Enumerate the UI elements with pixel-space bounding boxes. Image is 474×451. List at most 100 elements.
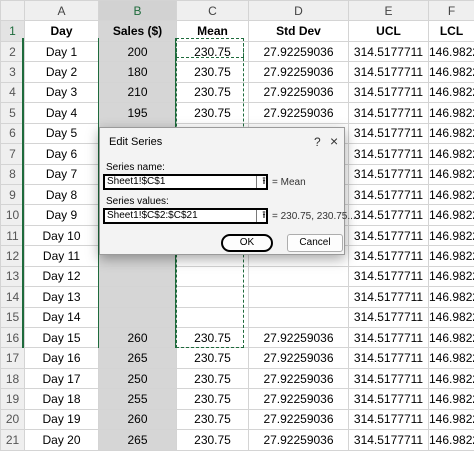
cell-day[interactable]: Day 1 [25,41,99,61]
cell-lcl[interactable]: 146.9822289 [429,41,474,61]
help-icon[interactable]: ? [314,135,321,149]
cell-lcl[interactable]: 146.9822289 [429,123,474,143]
cell-ucl[interactable]: 314.5177711 [349,62,429,82]
cancel-button[interactable]: Cancel [287,234,343,252]
cell-mean[interactable]: 230.75 [177,348,249,368]
cell-ucl[interactable]: 314.5177711 [349,409,429,429]
column-header-e[interactable]: E [349,1,429,21]
cell-std-dev[interactable] [249,307,349,327]
cell-header-mean[interactable]: Mean [177,21,249,41]
range-picker-icon[interactable]: ⭱ [256,210,268,223]
row-header[interactable]: 1 [1,21,25,41]
cell-sales[interactable]: 255 [99,389,177,409]
row-header[interactable]: 14 [1,287,25,307]
cell-mean[interactable]: 230.75 [177,41,249,61]
row-header[interactable]: 16 [1,328,25,348]
cell-ucl[interactable]: 314.5177711 [349,41,429,61]
cell-std-dev[interactable]: 27.92259036 [249,430,349,450]
row-header[interactable]: 9 [1,184,25,204]
cell-mean[interactable]: 230.75 [177,328,249,348]
cell-day[interactable]: Day 19 [25,409,99,429]
cell-std-dev[interactable]: 27.92259036 [249,368,349,388]
cell-day[interactable]: Day 16 [25,348,99,368]
cell-ucl[interactable]: 314.5177711 [349,430,429,450]
cell-ucl[interactable]: 314.5177711 [349,82,429,102]
column-header-d[interactable]: D [249,1,349,21]
cell-lcl[interactable]: 146.9822289 [429,266,474,286]
cell-lcl[interactable]: 146.9822289 [429,409,474,429]
cell-day[interactable]: Day 4 [25,103,99,123]
cell-mean[interactable]: 230.75 [177,409,249,429]
cell-sales[interactable]: 195 [99,103,177,123]
cell-mean[interactable] [177,287,249,307]
cell-day[interactable]: Day 8 [25,184,99,204]
cell-ucl[interactable]: 314.5177711 [349,205,429,225]
cell-lcl[interactable]: 146.9822289 [429,307,474,327]
column-header-a[interactable]: A [25,1,99,21]
cell-day[interactable]: Day 20 [25,430,99,450]
cell-sales[interactable] [99,307,177,327]
cell-sales[interactable]: 260 [99,409,177,429]
row-header[interactable]: 8 [1,164,25,184]
cell-header-sales[interactable]: Sales ($) [99,21,177,41]
cell-lcl[interactable]: 146.9822289 [429,103,474,123]
cell-ucl[interactable]: 314.5177711 [349,368,429,388]
cell-std-dev[interactable]: 27.92259036 [249,348,349,368]
cell-sales[interactable]: 260 [99,328,177,348]
cell-lcl[interactable]: 146.9822289 [429,246,474,266]
cell-ucl[interactable]: 314.5177711 [349,287,429,307]
cell-day[interactable]: Day 13 [25,287,99,307]
cell-mean[interactable]: 230.75 [177,103,249,123]
row-header[interactable]: 19 [1,389,25,409]
row-header[interactable]: 11 [1,225,25,245]
cell-sales[interactable]: 200 [99,41,177,61]
cell-day[interactable]: Day 7 [25,164,99,184]
cell-lcl[interactable]: 146.9822289 [429,144,474,164]
row-header[interactable]: 21 [1,430,25,450]
cell-sales[interactable] [99,287,177,307]
cell-ucl[interactable]: 314.5177711 [349,348,429,368]
cell-std-dev[interactable] [249,266,349,286]
cell-lcl[interactable]: 146.9822289 [429,368,474,388]
cell-sales[interactable]: 210 [99,82,177,102]
cell-day[interactable]: Day 2 [25,62,99,82]
cell-sales[interactable] [99,266,177,286]
cell-day[interactable]: Day 10 [25,225,99,245]
row-header[interactable]: 7 [1,144,25,164]
cell-mean[interactable]: 230.75 [177,82,249,102]
cell-std-dev[interactable]: 27.92259036 [249,409,349,429]
cell-ucl[interactable]: 314.5177711 [349,123,429,143]
cell-lcl[interactable]: 146.9822289 [429,389,474,409]
cell-ucl[interactable]: 314.5177711 [349,103,429,123]
cell-day[interactable]: Day 15 [25,328,99,348]
close-icon[interactable]: × [330,133,338,149]
cell-day[interactable]: Day 12 [25,266,99,286]
column-header-b[interactable]: B [99,1,177,21]
cell-sales[interactable]: 265 [99,348,177,368]
cell-lcl[interactable]: 146.9822289 [429,348,474,368]
cell-std-dev[interactable]: 27.92259036 [249,389,349,409]
cell-std-dev[interactable]: 27.92259036 [249,41,349,61]
row-header[interactable]: 18 [1,368,25,388]
cell-header-std-dev[interactable]: Std Dev [249,21,349,41]
cell-ucl[interactable]: 314.5177711 [349,225,429,245]
range-picker-icon[interactable]: ⭱ [256,176,268,189]
cell-day[interactable]: Day 3 [25,82,99,102]
cell-lcl[interactable]: 146.9822289 [429,82,474,102]
cell-header-ucl[interactable]: UCL [349,21,429,41]
cell-sales[interactable]: 250 [99,368,177,388]
cell-mean[interactable] [177,307,249,327]
cell-ucl[interactable]: 314.5177711 [349,389,429,409]
cell-std-dev[interactable]: 27.92259036 [249,82,349,102]
cell-lcl[interactable]: 146.9822289 [429,225,474,245]
cell-lcl[interactable]: 146.9822289 [429,62,474,82]
row-header[interactable]: 12 [1,246,25,266]
series-name-input[interactable]: Sheet1!$C$1 ⭱ [103,174,268,190]
cell-day[interactable]: Day 11 [25,246,99,266]
row-header[interactable]: 3 [1,62,25,82]
cell-header-lcl[interactable]: LCL [429,21,474,41]
cell-sales[interactable]: 180 [99,62,177,82]
row-header[interactable]: 17 [1,348,25,368]
row-header[interactable]: 10 [1,205,25,225]
cell-lcl[interactable]: 146.9822289 [429,205,474,225]
